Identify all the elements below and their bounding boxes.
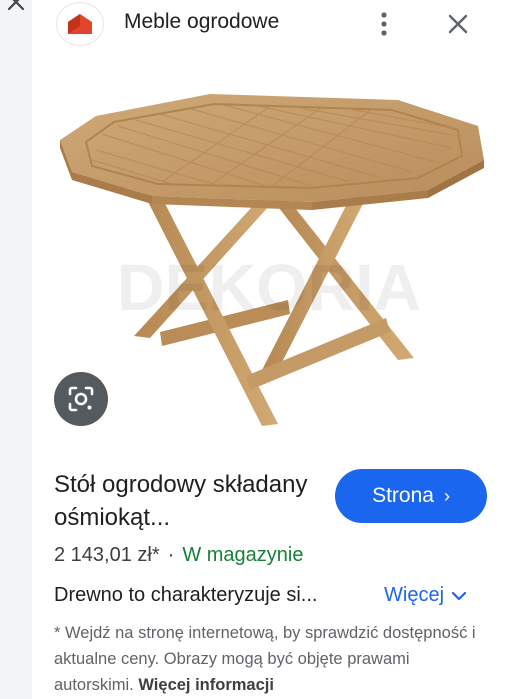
more-info-link[interactable]: Więcej informacji — [138, 676, 274, 694]
close-icon[interactable] — [6, 0, 26, 12]
image-watermark: DEKORIA — [117, 250, 421, 324]
panel-header: Meble ogrodowe — [32, 0, 506, 50]
product-detail-panel: Meble ogrodowe DEKORIA Stół ogrodowy skł… — [32, 0, 506, 699]
google-lens-icon — [68, 386, 94, 412]
visit-button-label: Strona — [372, 484, 434, 507]
chevron-right-icon: › — [443, 485, 450, 506]
background-panel-edge — [0, 0, 32, 699]
copyright-disclaimer: * Wejdź na stronę internetową, by sprawd… — [54, 620, 490, 698]
site-logo[interactable] — [56, 2, 104, 46]
separator-dot: · — [167, 544, 175, 566]
show-more-button[interactable]: Więcej — [384, 584, 467, 607]
visit-site-button[interactable]: Strona › — [335, 469, 487, 523]
close-icon — [448, 14, 468, 34]
product-price: 2 143,01 zł* — [54, 544, 160, 566]
stock-status: W magazynie — [182, 544, 304, 566]
chevron-down-icon — [452, 591, 467, 600]
more-options-button[interactable] — [372, 8, 396, 40]
show-more-label: Więcej — [384, 584, 445, 606]
brand-house-logo-icon — [68, 14, 92, 34]
close-button[interactable] — [442, 8, 474, 40]
vertical-dots-icon — [381, 12, 387, 36]
site-name[interactable]: Meble ogrodowe — [124, 10, 279, 34]
price-stock-row: 2 143,01 zł* · W magazynie — [54, 544, 303, 567]
product-title[interactable]: Stół ogrodowy składany ośmiokąt... — [54, 468, 334, 534]
lens-search-button[interactable] — [54, 372, 108, 426]
